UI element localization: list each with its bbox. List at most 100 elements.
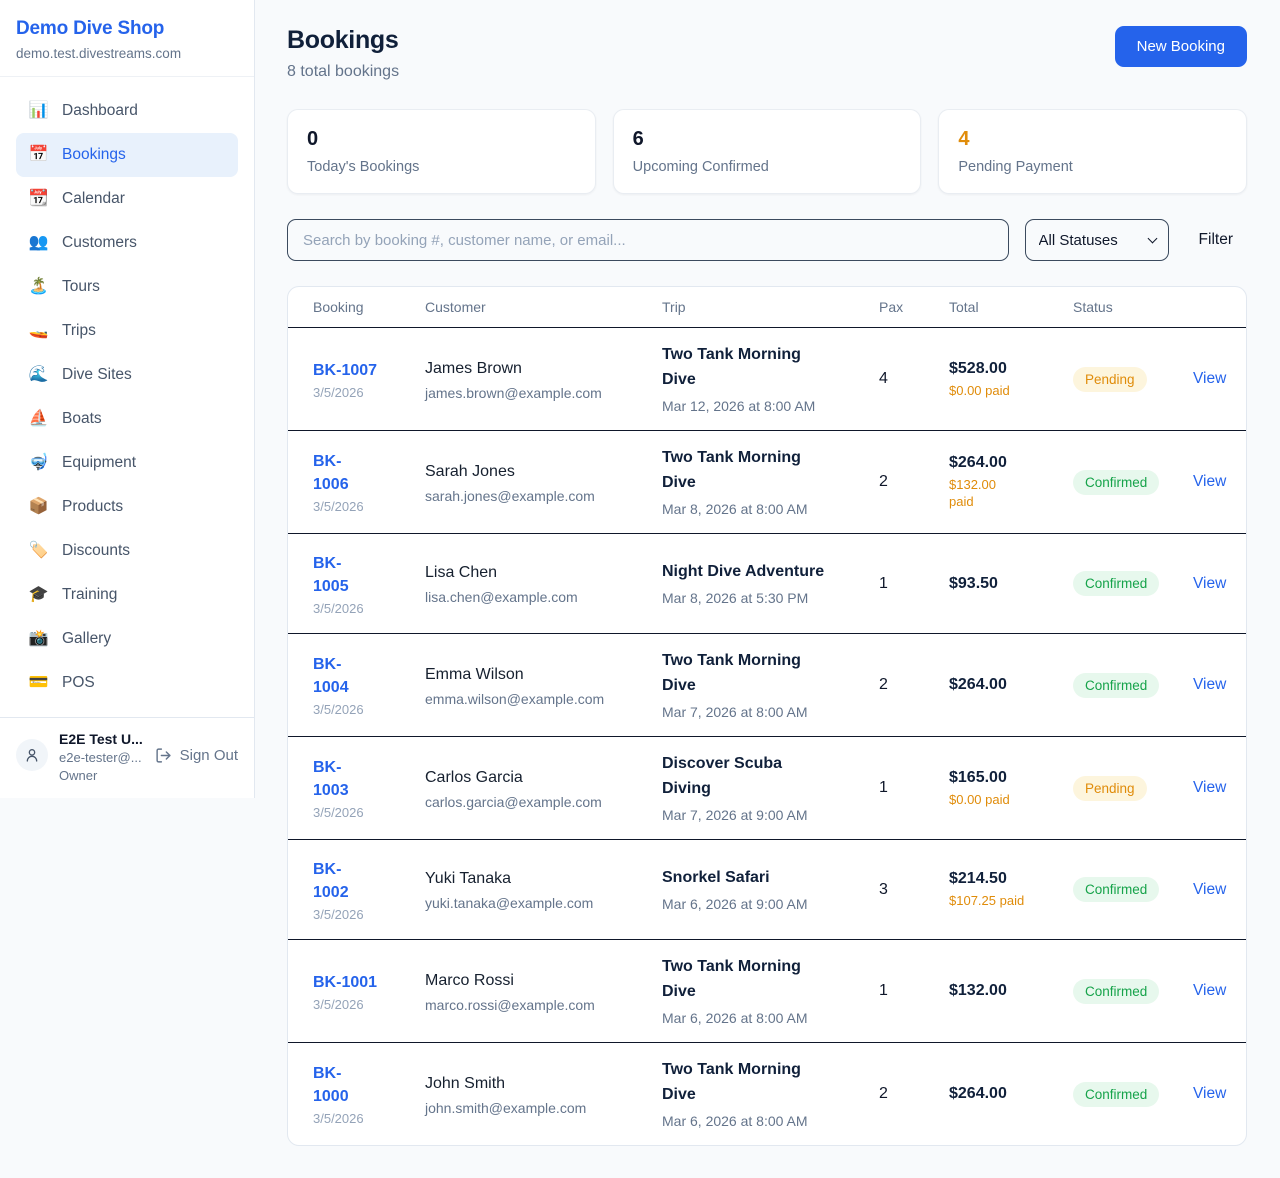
sidebar-item-gallery[interactable]: 📸 Gallery: [16, 617, 238, 661]
booking-created-date: 3/5/2026: [313, 997, 425, 1012]
view-booking-link[interactable]: View: [1193, 779, 1226, 796]
customer-email: yuki.tanaka@example.com: [425, 895, 648, 911]
filter-bar: All Statuses Filter: [287, 219, 1247, 261]
new-booking-button[interactable]: New Booking: [1115, 26, 1247, 67]
stat-value: 6: [633, 128, 902, 151]
pax-count: 3: [879, 881, 949, 899]
user-info: E2E Test U... e2e-tester@... Owner: [59, 731, 144, 783]
status-select[interactable]: All Statuses: [1025, 219, 1169, 261]
column-header-pax: Pax: [879, 299, 949, 315]
user-email: e2e-tester@...: [59, 750, 144, 765]
trip-name: Two Tank Morning Dive: [662, 648, 865, 698]
booking-row: BK-1001 3/5/2026 Marco Rossi marco.rossi…: [288, 940, 1246, 1043]
sidebar-item-bookings[interactable]: 📅 Bookings: [16, 133, 238, 177]
customer-email: emma.wilson@example.com: [425, 691, 648, 707]
booking-created-date: 3/5/2026: [313, 805, 425, 820]
booking-row: BK- 1004 3/5/2026 Emma Wilson emma.wilso…: [288, 634, 1246, 737]
customer-name: Carlos Garcia: [425, 767, 648, 789]
sidebar-item-pos[interactable]: 💳 POS: [16, 661, 238, 705]
people-icon: 👥: [28, 231, 49, 255]
view-booking-link[interactable]: View: [1193, 982, 1226, 999]
customer-name: Lisa Chen: [425, 562, 648, 584]
customer-name: Sarah Jones: [425, 461, 648, 483]
sidebar-item-calendar[interactable]: 📆 Calendar: [16, 177, 238, 221]
status-badge: Pending: [1073, 367, 1147, 392]
customer-name: Yuki Tanaka: [425, 868, 648, 890]
sidebar-nav: 📊 Dashboard 📅 Bookings 📆 Calendar 👥 Cust…: [0, 77, 254, 717]
sidebar-item-trips[interactable]: 🚤 Trips: [16, 309, 238, 353]
booking-created-date: 3/5/2026: [313, 702, 425, 717]
sidebar-item-training[interactable]: 🎓 Training: [16, 573, 238, 617]
stat-card-todays-bookings: 0 Today's Bookings: [287, 109, 596, 194]
sidebar-item-customers[interactable]: 👥 Customers: [16, 221, 238, 265]
booking-id-link[interactable]: BK- 1004: [313, 653, 349, 699]
camera-icon: 📸: [28, 627, 49, 651]
sign-out-button[interactable]: Sign Out: [155, 747, 238, 764]
booking-row: BK-1007 3/5/2026 James Brown james.brown…: [288, 328, 1246, 431]
trip-datetime: Mar 6, 2026 at 9:00 AM: [662, 894, 865, 914]
booking-id-link[interactable]: BK- 1005: [313, 552, 349, 598]
booking-id-link[interactable]: BK- 1006: [313, 450, 349, 496]
island-icon: 🏝️: [28, 275, 49, 299]
customer-name: John Smith: [425, 1073, 648, 1095]
view-booking-link[interactable]: View: [1193, 473, 1226, 490]
trip-datetime: Mar 7, 2026 at 8:00 AM: [662, 702, 865, 722]
trip-datetime: Mar 8, 2026 at 5:30 PM: [662, 588, 865, 608]
shop-domain: demo.test.divestreams.com: [16, 46, 238, 61]
pax-count: 1: [879, 982, 949, 1000]
booking-id-link[interactable]: BK-1007: [313, 359, 377, 382]
shop-name[interactable]: Demo Dive Shop: [16, 18, 238, 40]
customer-name: James Brown: [425, 358, 648, 380]
trip-name: Snorkel Safari: [662, 865, 865, 890]
sidebar-item-equipment[interactable]: 🤿 Equipment: [16, 441, 238, 485]
filter-button[interactable]: Filter: [1185, 223, 1247, 257]
sidebar-item-boats[interactable]: ⛵ Boats: [16, 397, 238, 441]
paid-amount: $107.25 paid: [949, 892, 1059, 909]
total-amount: $165.00: [949, 769, 1059, 787]
speedboat-icon: 🚤: [28, 319, 49, 343]
sidebar-item-discounts[interactable]: 🏷️ Discounts: [16, 529, 238, 573]
booking-created-date: 3/5/2026: [313, 601, 425, 616]
sidebar-item-dashboard[interactable]: 📊 Dashboard: [16, 89, 238, 133]
booking-created-date: 3/5/2026: [313, 907, 425, 922]
booking-id-link[interactable]: BK- 1003: [313, 756, 349, 802]
view-booking-link[interactable]: View: [1193, 575, 1226, 592]
total-amount: $264.00: [949, 454, 1059, 472]
bookings-table-body: BK-1007 3/5/2026 James Brown james.brown…: [288, 328, 1246, 1145]
sidebar-item-products[interactable]: 📦 Products: [16, 485, 238, 529]
user-name: E2E Test U...: [59, 731, 144, 747]
trip-name: Two Tank Morning Dive: [662, 1057, 865, 1107]
booking-id-link[interactable]: BK-1001: [313, 971, 377, 994]
total-bookings-count: 8 total bookings: [287, 63, 399, 81]
stat-label: Upcoming Confirmed: [633, 159, 902, 175]
booking-row: BK- 1005 3/5/2026 Lisa Chen lisa.chen@ex…: [288, 534, 1246, 634]
customer-email: sarah.jones@example.com: [425, 488, 648, 504]
bar-chart-icon: 📊: [28, 99, 49, 123]
logout-icon: [155, 747, 172, 764]
view-booking-link[interactable]: View: [1193, 881, 1226, 898]
calendar-icon: 📆: [28, 187, 49, 211]
pax-count: 2: [879, 473, 949, 491]
search-input[interactable]: [287, 219, 1009, 261]
column-header-status: Status: [1073, 299, 1193, 315]
trip-datetime: Mar 7, 2026 at 9:00 AM: [662, 805, 865, 825]
view-booking-link[interactable]: View: [1193, 676, 1226, 693]
status-select-wrap: All Statuses: [1025, 219, 1169, 261]
stat-label: Pending Payment: [958, 159, 1227, 175]
customer-email: lisa.chen@example.com: [425, 589, 648, 605]
status-badge: Confirmed: [1073, 673, 1159, 698]
person-icon: [24, 747, 40, 763]
pax-count: 2: [879, 1085, 949, 1103]
package-icon: 📦: [28, 495, 49, 519]
booking-id-link[interactable]: BK- 1000: [313, 1062, 349, 1108]
page-title-block: Bookings 8 total bookings: [287, 26, 399, 81]
sidebar-item-tours[interactable]: 🏝️ Tours: [16, 265, 238, 309]
customer-email: james.brown@example.com: [425, 385, 648, 401]
booking-id-link[interactable]: BK- 1002: [313, 858, 349, 904]
view-booking-link[interactable]: View: [1193, 370, 1226, 387]
view-booking-link[interactable]: View: [1193, 1085, 1226, 1102]
customer-name: Emma Wilson: [425, 664, 648, 686]
sailboat-icon: ⛵: [28, 407, 49, 431]
sidebar-item-dive-sites[interactable]: 🌊 Dive Sites: [16, 353, 238, 397]
pax-count: 2: [879, 676, 949, 694]
